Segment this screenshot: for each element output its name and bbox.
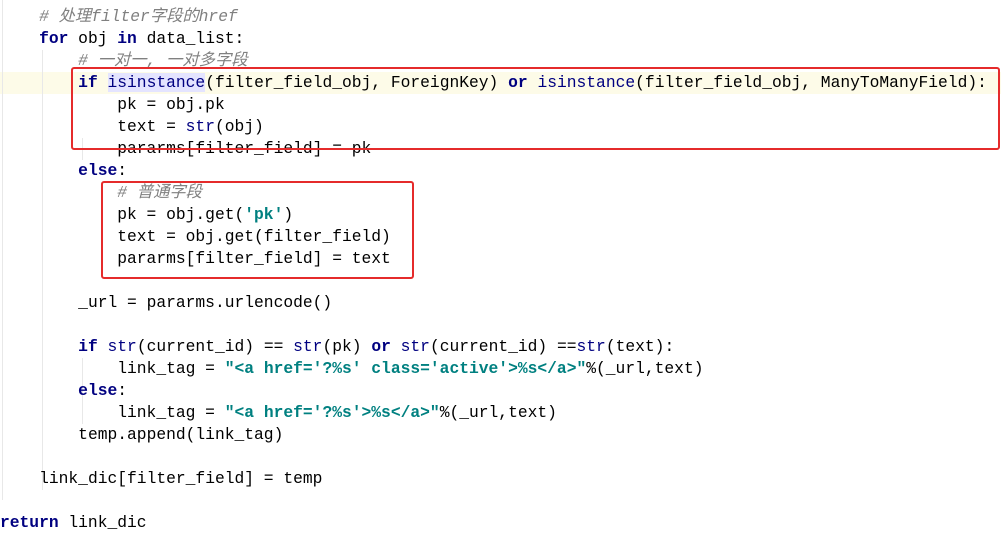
annotation-box-foreignkey-branch — [71, 67, 1000, 150]
code-token: else — [78, 161, 118, 180]
code-token: else — [78, 381, 118, 400]
code-line: link_dic[filter_field] = temp — [0, 468, 322, 490]
code-line: return link_dic — [0, 512, 147, 534]
code-token: for — [39, 29, 69, 48]
annotation-box-normal-field-branch — [101, 181, 414, 279]
code-token: str — [400, 337, 430, 356]
code-line: else: — [0, 160, 127, 182]
code-token: %(_url,text) — [439, 403, 557, 422]
code-token: data_list: — [136, 29, 245, 48]
code-token: obj — [68, 29, 118, 48]
code-token: return — [0, 513, 59, 532]
code-line: if str(current_id) == str(pk) or str(cur… — [0, 336, 674, 358]
code-token: (pk) — [322, 337, 372, 356]
code-token: # 处理filter字段的href — [39, 7, 238, 26]
code-line: for obj in data_list: — [0, 28, 244, 50]
code-line: link_tag = "<a href='?%s'>%s</a>"%(_url,… — [0, 402, 557, 424]
code-token: link_tag = — [117, 359, 225, 378]
code-token: link_dic — [58, 513, 147, 532]
code-token: link_dic[filter_field] = temp — [39, 469, 323, 488]
code-line: else: — [0, 380, 127, 402]
code-token: temp.append(link_tag) — [78, 425, 284, 444]
code-token: or — [371, 337, 391, 356]
code-token: : — [117, 381, 128, 400]
code-token: "<a href='?%s' class='active'>%s</a>" — [224, 359, 587, 378]
code-token: link_tag = — [117, 403, 225, 422]
code-token: %(_url,text) — [586, 359, 704, 378]
code-token: in — [117, 29, 137, 48]
code-token: str — [107, 337, 137, 356]
code-token: _url = pararms.urlencode() — [78, 293, 333, 312]
code-editor[interactable]: # 处理filter字段的href for obj in data_list: … — [0, 0, 1001, 542]
code-token: str — [576, 337, 606, 356]
code-token: "<a href='?%s'>%s</a>" — [224, 403, 440, 422]
code-line: # 处理filter字段的href — [0, 6, 238, 28]
code-token: (current_id) == — [429, 337, 577, 356]
code-token: (text): — [605, 337, 675, 356]
code-token: if — [78, 337, 98, 356]
code-line: _url = pararms.urlencode() — [0, 292, 332, 314]
code-token: (current_id) == — [136, 337, 294, 356]
code-line: temp.append(link_tag) — [0, 424, 283, 446]
code-token: : — [117, 161, 128, 180]
code-token: str — [293, 337, 323, 356]
code-line: link_tag = "<a href='?%s' class='active'… — [0, 358, 704, 380]
